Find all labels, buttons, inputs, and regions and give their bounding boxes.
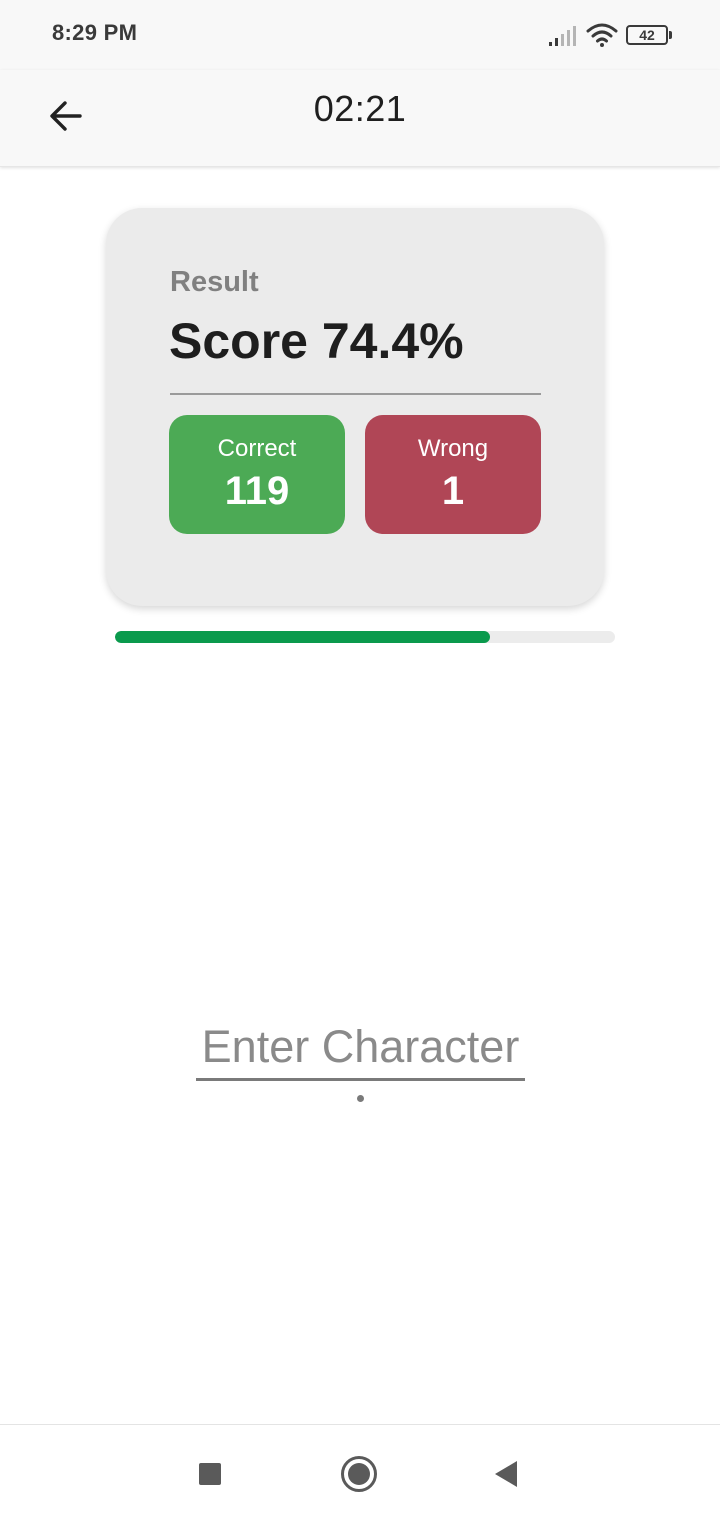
signal-icon — [549, 26, 576, 46]
input-indicator-dot — [357, 1095, 364, 1102]
nav-back-button[interactable] — [481, 1449, 531, 1499]
progress-bar — [115, 631, 615, 643]
back-triangle-icon — [495, 1461, 517, 1487]
battery-level: 42 — [639, 27, 655, 43]
home-button[interactable] — [334, 1449, 384, 1499]
divider — [170, 393, 541, 395]
result-card: Result Score 74.4% Correct 119 Wrong 1 — [106, 208, 604, 606]
correct-stat: Correct 119 — [169, 415, 345, 534]
status-time: 8:29 PM — [52, 20, 138, 45]
recent-apps-button[interactable] — [185, 1449, 235, 1499]
app-bar: 02:21 — [0, 70, 720, 167]
home-icon — [341, 1456, 377, 1492]
progress-fill — [115, 631, 490, 643]
battery-icon: 42 — [626, 25, 672, 45]
status-bar: 8:29 PM 42 — [0, 0, 720, 70]
score-text: Score 74.4% — [169, 313, 464, 369]
correct-label: Correct — [217, 435, 297, 462]
result-label: Result — [170, 266, 259, 298]
screen: 8:29 PM 42 02:21 Result Score 74.4% Corr… — [0, 0, 720, 1520]
wifi-icon — [586, 23, 618, 47]
character-input[interactable] — [196, 1016, 525, 1081]
recent-apps-icon — [199, 1463, 221, 1485]
wrong-count: 1 — [441, 469, 465, 513]
correct-count: 119 — [224, 469, 290, 513]
navigation-bar — [0, 1424, 720, 1520]
timer: 02:21 — [313, 88, 407, 129]
wrong-label: Wrong — [417, 435, 489, 462]
wrong-stat: Wrong 1 — [365, 415, 541, 534]
